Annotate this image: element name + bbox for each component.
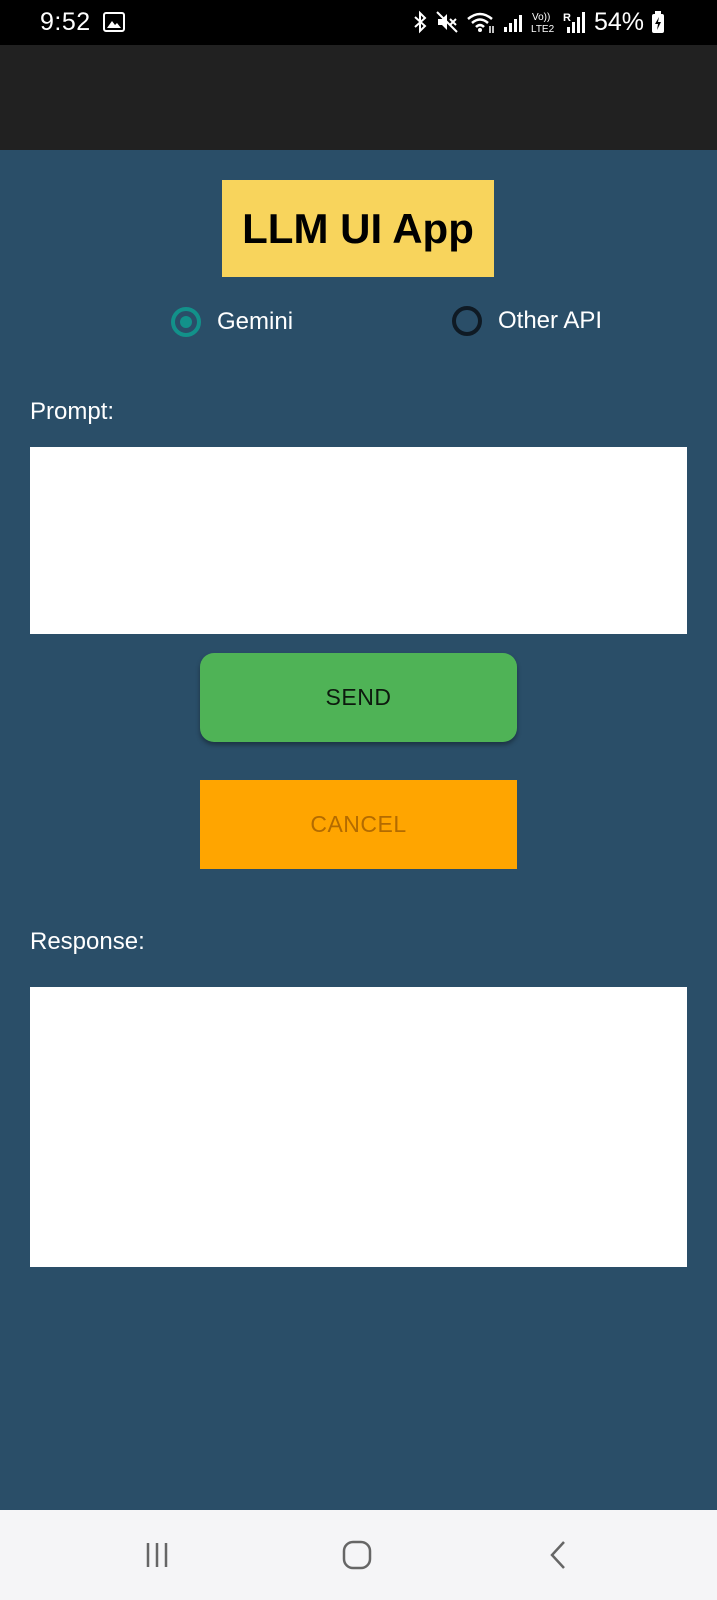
prompt-label: Prompt: [30, 398, 115, 425]
recents-button[interactable] [132, 1530, 182, 1580]
app-bar [0, 45, 717, 150]
status-icons: Vo)) LTE2 R 54% [412, 7, 665, 37]
wifi-icon [467, 12, 494, 33]
gallery-icon [103, 12, 125, 32]
volte-lte2-icon: Vo)) LTE2 [531, 12, 555, 35]
svg-text:LTE2: LTE2 [531, 24, 555, 35]
prompt-input[interactable] [30, 447, 687, 634]
radio-gemini-label: Gemini [217, 308, 294, 335]
status-time: 9:52 [40, 8, 91, 36]
battery-charging-icon [652, 11, 664, 33]
signal-icon [503, 15, 522, 32]
recents-icon [146, 1543, 168, 1567]
radio-other-api[interactable]: Other API [452, 306, 602, 336]
mute-icon [436, 11, 458, 33]
radio-checked-icon[interactable] [171, 307, 201, 337]
cancel-button[interactable]: CANCEL [200, 780, 517, 869]
svg-text:Vo)): Vo)) [532, 12, 550, 23]
status-bar: 9:52 Vo)) LTE2 R 54% [0, 0, 717, 45]
back-button[interactable] [533, 1530, 583, 1580]
response-output[interactable] [30, 987, 687, 1267]
response-label: Response: [30, 928, 145, 955]
navigation-bar [0, 1510, 717, 1600]
app-title: LLM UI App [222, 180, 494, 277]
app-screen: 9:52 Vo)) LTE2 R 54% LLM UI App Gemini O… [0, 0, 717, 1600]
battery-percent: 54% [593, 7, 644, 36]
radio-other-api-label: Other API [498, 307, 603, 334]
home-icon [342, 1540, 372, 1570]
radio-gemini[interactable]: Gemini [171, 307, 293, 337]
send-button[interactable]: SEND [200, 653, 517, 742]
radio-unchecked-icon[interactable] [452, 306, 482, 336]
roaming-signal-icon: R [563, 12, 585, 33]
home-button[interactable] [332, 1530, 382, 1580]
bluetooth-icon [414, 10, 427, 34]
back-icon [550, 1541, 565, 1569]
svg-text:R: R [563, 12, 571, 24]
